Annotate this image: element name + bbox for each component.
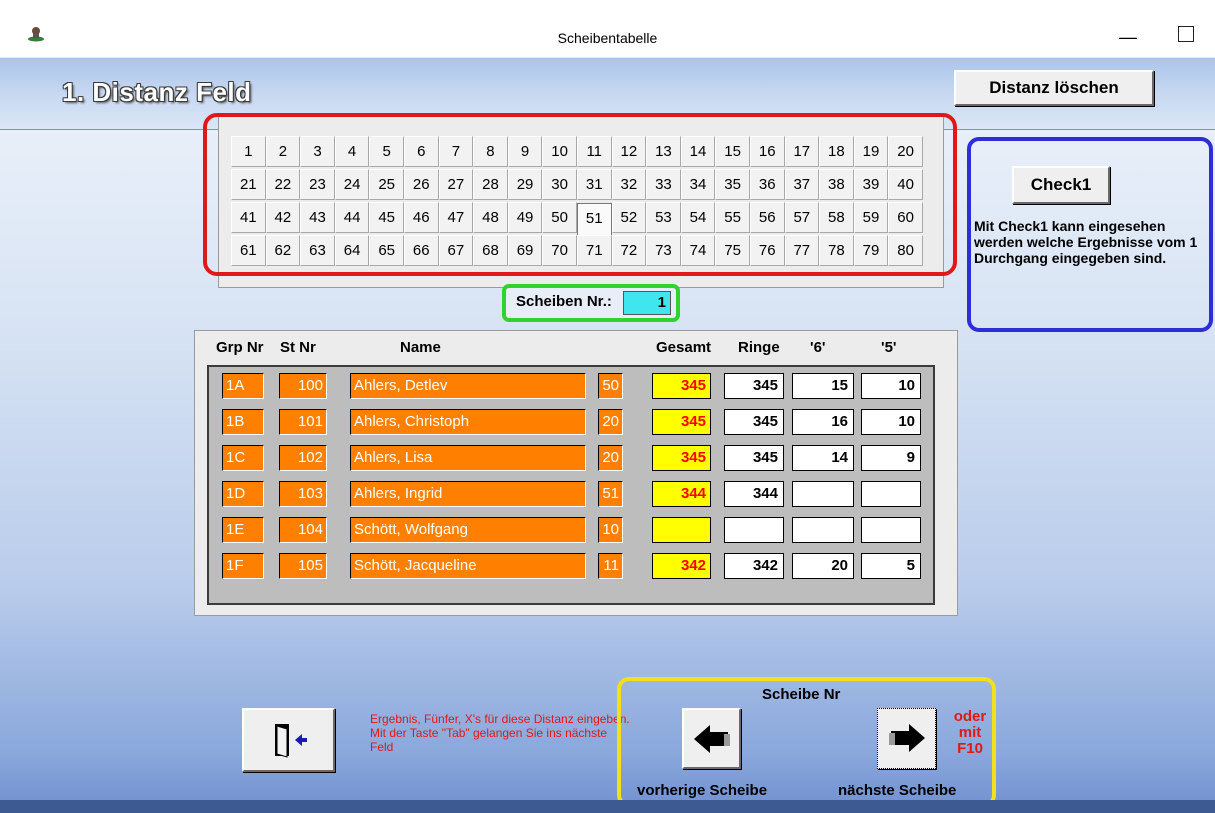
six-field[interactable]: 14 — [792, 445, 854, 471]
count-field[interactable]: 20 — [598, 409, 623, 435]
window-title: Scheibentabelle — [557, 30, 658, 46]
ringe-field[interactable]: 345 — [724, 409, 784, 435]
check1-button[interactable]: Check1 — [1012, 166, 1110, 204]
gesamt-field[interactable]: 344 — [652, 481, 711, 507]
st-field[interactable]: 104 — [279, 517, 327, 543]
count-field[interactable]: 51 — [598, 481, 623, 507]
five-field[interactable]: 10 — [861, 409, 921, 435]
table-row: 1E 104 Schött, Wolfgang 10 — [209, 513, 937, 545]
five-field[interactable]: 9 — [861, 445, 921, 471]
grp-field[interactable]: 1A — [222, 373, 264, 399]
table-row: 1F 105 Schött, Jacqueline 11 342 342 20 … — [209, 549, 937, 581]
name-field[interactable]: Ahlers, Lisa — [350, 445, 586, 471]
header-grp-nr: Grp Nr — [216, 339, 264, 356]
count-field[interactable]: 20 — [598, 445, 623, 471]
name-field[interactable]: Ahlers, Detlev — [350, 373, 586, 399]
ringe-field[interactable]: 345 — [724, 373, 784, 399]
exit-button[interactable] — [242, 708, 335, 772]
six-field[interactable]: 20 — [792, 553, 854, 579]
arrow-right-icon — [888, 724, 925, 752]
five-field[interactable] — [861, 481, 921, 507]
results-table: 1A 100 Ahlers, Detlev 50 345 345 15 10 1… — [207, 365, 935, 605]
grp-field[interactable]: 1D — [222, 481, 264, 507]
scheiben-number-field[interactable]: 1 — [623, 291, 671, 315]
shortcut-key: F10 — [957, 740, 983, 757]
gesamt-field[interactable]: 345 — [652, 445, 711, 471]
minimize-button[interactable]: — — [1110, 22, 1146, 52]
six-field[interactable] — [792, 517, 854, 543]
count-field[interactable]: 11 — [598, 553, 623, 579]
ringe-field[interactable] — [724, 517, 784, 543]
st-field[interactable]: 105 — [279, 553, 327, 579]
arrow-left-icon — [693, 725, 730, 753]
name-field[interactable]: Ahlers, Christoph — [350, 409, 586, 435]
st-field[interactable]: 101 — [279, 409, 327, 435]
ringe-field[interactable]: 342 — [724, 553, 784, 579]
count-field[interactable]: 50 — [598, 373, 623, 399]
table-row: 1C 102 Ahlers, Lisa 20 345 345 14 9 — [209, 441, 937, 473]
header-gesamt: Gesamt — [656, 339, 712, 356]
st-field[interactable]: 102 — [279, 445, 327, 471]
name-field[interactable]: Ahlers, Ingrid — [350, 481, 586, 507]
grp-field[interactable]: 1B — [222, 409, 264, 435]
grp-field[interactable]: 1C — [222, 445, 264, 471]
previous-target-button[interactable] — [682, 708, 741, 769]
gesamt-field[interactable]: 345 — [652, 409, 711, 435]
shortcut-hint: oder mit F10 — [945, 709, 995, 757]
name-field[interactable]: Schött, Wolfgang — [350, 517, 586, 543]
st-field[interactable]: 100 — [279, 373, 327, 399]
ringe-field[interactable]: 345 — [724, 445, 784, 471]
header-six: '6' — [810, 339, 826, 356]
six-field[interactable]: 16 — [792, 409, 854, 435]
next-target-button[interactable] — [877, 708, 936, 769]
previous-target-label: vorherige Scheibe — [637, 782, 768, 799]
header-ringe: Ringe — [738, 339, 780, 356]
table-row: 1D 103 Ahlers, Ingrid 51 344 344 — [209, 477, 937, 509]
gesamt-field[interactable] — [652, 517, 711, 543]
six-field[interactable]: 15 — [792, 373, 854, 399]
header-name: Name — [400, 339, 441, 356]
check-description: Mit Check1 kann eingesehen werden welche… — [974, 218, 1198, 266]
table-row: 1B 101 Ahlers, Christoph 20 345 345 16 1… — [209, 405, 937, 437]
count-field[interactable]: 10 — [598, 517, 623, 543]
next-target-label: nächste Scheibe — [838, 782, 957, 799]
ringe-field[interactable]: 344 — [724, 481, 784, 507]
shortcut-mit: mit — [958, 724, 982, 741]
exit-door-icon — [274, 724, 307, 758]
page-title: 1. Distanz Feld — [62, 77, 252, 107]
five-field[interactable] — [861, 517, 921, 543]
gesamt-field[interactable]: 342 — [652, 553, 711, 579]
title-bar: Scheibentabelle — — [0, 0, 1215, 58]
shortcut-oder: oder — [953, 708, 987, 725]
nav-title: Scheibe Nr — [762, 686, 841, 703]
table-row: 1A 100 Ahlers, Detlev 50 345 345 15 10 — [209, 369, 937, 401]
five-field[interactable]: 10 — [861, 373, 921, 399]
gesamt-field[interactable]: 345 — [652, 373, 711, 399]
six-field[interactable] — [792, 481, 854, 507]
grp-field[interactable]: 1F — [222, 553, 264, 579]
st-field[interactable]: 103 — [279, 481, 327, 507]
bottom-strip — [0, 800, 1215, 813]
header-st-nr: St Nr — [280, 339, 316, 356]
five-field[interactable]: 5 — [861, 553, 921, 579]
delete-distance-button[interactable]: Distanz löschen — [954, 70, 1154, 106]
grp-field[interactable]: 1E — [222, 517, 264, 543]
name-field[interactable]: Schött, Jacqueline — [350, 553, 586, 579]
grid-highlight-frame — [203, 113, 957, 276]
info-text: Ergebnis, Fünfer, X's für diese Distanz … — [370, 712, 630, 754]
scheiben-label: Scheiben Nr.: — [516, 293, 612, 310]
maximize-button[interactable] — [1178, 26, 1194, 42]
header-five: '5' — [881, 339, 897, 356]
